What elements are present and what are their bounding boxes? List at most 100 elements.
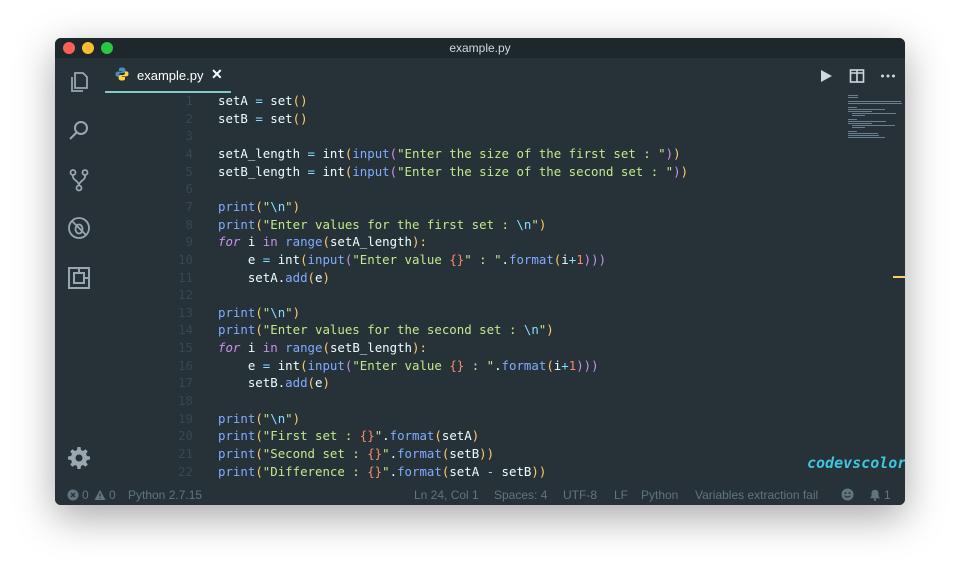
file-encoding[interactable]: UTF-8 (563, 488, 597, 502)
line-ending[interactable]: LF (614, 488, 628, 502)
split-editor-icon[interactable] (849, 68, 865, 84)
language-mode[interactable]: Python (641, 488, 678, 502)
code-line[interactable]: 8 print("Enter values for the first set :… (103, 216, 843, 234)
code-token: ( (300, 251, 308, 267)
code-token: ) (673, 145, 681, 161)
code-token: input (307, 357, 345, 373)
code-line[interactable]: 5 setB_length = int(input("Enter the size… (103, 163, 843, 181)
files-icon[interactable] (67, 70, 91, 94)
more-icon[interactable] (880, 68, 896, 84)
minimap[interactable] (848, 93, 905, 153)
code-line[interactable]: 2 setB = set() (103, 110, 843, 128)
error-icon[interactable] (67, 489, 79, 501)
warning-icon[interactable] (94, 489, 106, 501)
title-bar: example.py (55, 38, 905, 58)
code-token: input (307, 251, 345, 267)
line-number: 12 (178, 287, 193, 303)
source-control-icon[interactable] (67, 168, 91, 192)
code-token: int (315, 163, 345, 179)
indentation[interactable]: Spaces: 4 (494, 488, 547, 502)
code-token: ))) (583, 251, 607, 267)
code-line[interactable]: 9 for i in range(setA_length): (103, 233, 843, 251)
code-text: setB_length = int(input("Enter the size … (218, 163, 688, 181)
code-text: print("Second set : {}".format(setB)) (218, 445, 494, 463)
code-token: input (352, 145, 390, 161)
code-line[interactable]: 1 setA = set() (103, 92, 843, 110)
code-line[interactable]: 22 print("Difference : {}".format(setA - … (103, 463, 843, 481)
code-token: ))) (576, 357, 599, 373)
gear-icon[interactable] (67, 446, 91, 470)
code-token: ( (307, 375, 316, 391)
code-line[interactable]: 12 (103, 286, 843, 304)
code-line[interactable]: 19 print("\n") (103, 410, 843, 428)
code-text: print("First set : {}".format(setA) (218, 427, 479, 445)
run-icon[interactable] (818, 68, 834, 84)
code-line[interactable]: 4 setA_length = int(input("Enter the size… (103, 145, 843, 163)
line-number: 14 (178, 322, 193, 338)
code-token: " (464, 251, 472, 267)
code-line[interactable]: 10 e = int(input("Enter value {}" : ".fo… (103, 251, 843, 269)
tab-example-py[interactable]: example.py ✕ (105, 58, 231, 93)
code-token: ( (255, 322, 263, 338)
code-token: i (561, 251, 569, 267)
minimap-line (852, 127, 865, 128)
code-token: . (389, 463, 398, 479)
minimap-line (848, 109, 886, 110)
code-token: ) (673, 163, 681, 179)
debug-icon[interactable] (67, 216, 91, 240)
code-text: e = int(input("Enter value {}" : ".forma… (218, 251, 606, 269)
code-line[interactable]: 18 (103, 392, 843, 410)
cursor-position[interactable]: Ln 24, Col 1 (414, 488, 479, 502)
extensions-icon[interactable] (67, 266, 91, 290)
code-line[interactable]: 17 setB.add(e) (103, 374, 843, 392)
status-bar: 0 0 Python 2.7.15 Ln 24, Col 1 Spaces: 4… (55, 485, 905, 505)
minimap-line (848, 107, 858, 108)
code-token: int (315, 145, 345, 161)
code-token: setB (218, 110, 256, 126)
status-message[interactable]: Variables extraction fail (695, 488, 818, 502)
code-line[interactable]: 14 print("Enter values for the second set… (103, 321, 843, 339)
code-text: print("Enter values for the first set : … (218, 216, 546, 234)
code-line[interactable]: 11 setA.add(e) (103, 269, 843, 287)
scrollbar-marker (893, 276, 905, 278)
code-token: print (218, 446, 256, 461)
code-text: print("Enter values for the second set :… (218, 321, 554, 339)
line-number: 22 (178, 463, 193, 479)
code-token: {} (367, 446, 383, 461)
line-number: 4 (185, 145, 193, 161)
search-icon[interactable] (67, 118, 91, 142)
code-token: \n (270, 410, 286, 426)
code-text: print("\n") (218, 410, 300, 428)
code-token: ) (680, 163, 689, 179)
code-line[interactable]: 20 print("First set : {}".format(setA) (103, 427, 843, 445)
minimap-line (848, 103, 902, 104)
code-editor[interactable]: 22 print("Difference : {}".format(setA - … (103, 93, 905, 485)
code-token: ( (255, 216, 263, 232)
code-token: {} (449, 357, 465, 373)
code-line[interactable]: 13 print("\n") (103, 304, 843, 322)
python-icon (115, 67, 129, 81)
code-token: "Enter the size of the first set : " (397, 145, 666, 161)
code-line[interactable]: 16 e = int(input("Enter value {} : ".for… (103, 357, 843, 375)
error-count[interactable]: 0 (82, 488, 89, 502)
warning-count[interactable]: 0 (109, 488, 116, 502)
code-line[interactable]: 15 for i in range(setB_length): (103, 339, 843, 357)
code-text: e = int(input("Enter value {} : ".format… (218, 357, 599, 375)
code-token: "Second set : (262, 446, 368, 461)
code-token: ( (300, 357, 308, 373)
code-token: ( (255, 410, 263, 426)
code-token: ( (307, 269, 316, 285)
code-token: format (397, 446, 442, 461)
python-interpreter[interactable]: Python 2.7.15 (128, 488, 202, 502)
minimap-line (852, 115, 865, 116)
code-line[interactable]: 7 print("\n") (103, 198, 843, 216)
tab-close-icon[interactable]: ✕ (211, 66, 223, 83)
code-line[interactable]: 6 (103, 180, 843, 198)
bell-icon[interactable] (869, 489, 881, 501)
feedback-smiley-icon[interactable] (841, 488, 854, 501)
code-line[interactable]: 21 print("Second set : {}".format(setB)) (103, 445, 843, 463)
code-token: setB (449, 446, 480, 461)
watermark-text: codevscolor.com (807, 454, 905, 472)
code-line[interactable]: 3 (103, 127, 843, 145)
notification-count[interactable]: 1 (884, 488, 891, 502)
